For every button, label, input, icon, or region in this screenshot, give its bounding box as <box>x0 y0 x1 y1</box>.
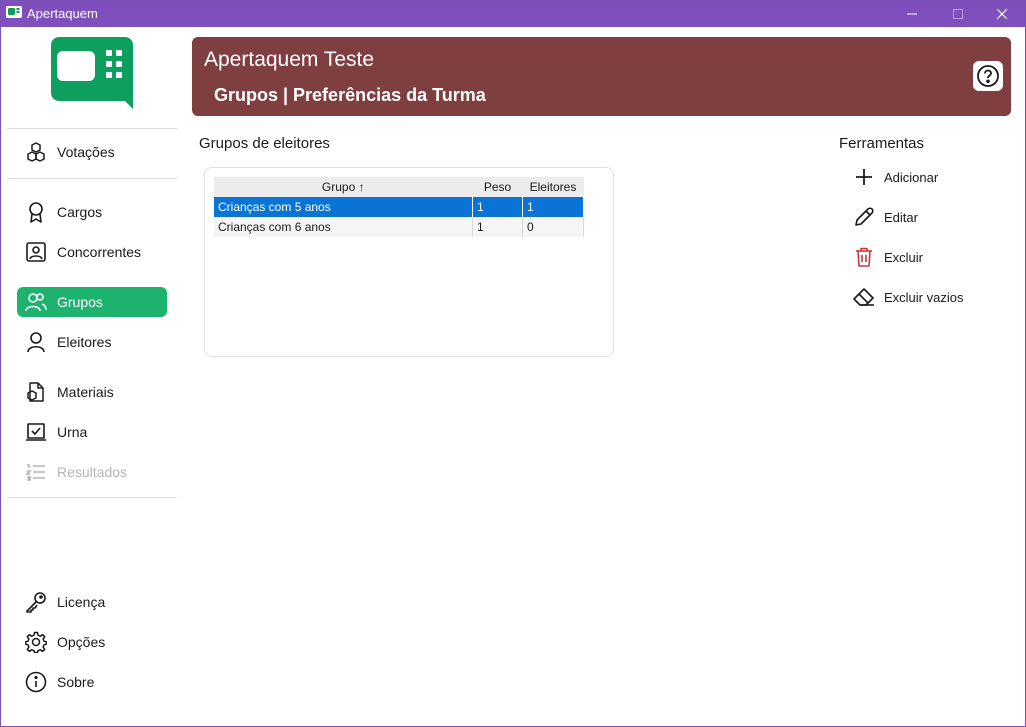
cell-grupo: Crianças com 5 anos <box>214 197 474 217</box>
add-button[interactable]: Adicionar <box>851 163 1011 191</box>
sidebar-item-concorrentes[interactable]: Concorrentes <box>17 237 167 267</box>
minimize-button[interactable] <box>889 1 935 27</box>
sidebar-item-eleitores[interactable]: Eleitores <box>17 327 167 357</box>
app-name: Apertaquem Teste <box>204 48 375 71</box>
sidebar-item-label: Eleitores <box>57 334 112 350</box>
sidebar-item-licenca[interactable]: Licença <box>17 587 167 617</box>
table-row[interactable]: Crianças com 5 anos 1 1 <box>214 197 585 217</box>
cell-peso: 1 <box>472 197 523 217</box>
people-icon <box>25 291 47 313</box>
sidebar-item-label: Materiais <box>57 384 114 400</box>
sidebar-item-label: Licença <box>57 594 106 610</box>
cubes-icon <box>25 141 47 163</box>
column-header-grupo[interactable]: Grupo ↑ <box>214 177 473 197</box>
sidebar-item-label: Opções <box>57 634 106 650</box>
groups-table-card: Grupo ↑ Peso Eleitores Crianças com 5 an… <box>204 167 614 357</box>
add-button-label: Adicionar <box>884 169 939 185</box>
table-row[interactable]: Crianças com 6 anos 1 0 <box>214 217 585 237</box>
edit-button-label: Editar <box>884 209 918 225</box>
plus-icon <box>851 164 877 190</box>
groups-table: Grupo ↑ Peso Eleitores Crianças com 5 an… <box>214 177 585 237</box>
ballot-check-icon <box>25 421 47 443</box>
close-icon <box>996 8 1008 20</box>
minimize-icon <box>907 13 917 15</box>
contact-card-icon <box>25 241 47 263</box>
close-button[interactable] <box>979 1 1025 27</box>
app-icon <box>6 6 22 18</box>
table-header-row: Grupo ↑ Peso Eleitores <box>214 177 584 197</box>
edit-button[interactable]: Editar <box>851 203 1011 231</box>
maximize-icon <box>953 9 963 19</box>
sidebar-item-resultados: Resultados <box>17 457 167 487</box>
help-icon <box>977 65 999 87</box>
section-title: Grupos de eleitores <box>199 135 330 152</box>
gear-icon <box>25 631 47 653</box>
page-title: Grupos | Preferências da Turma <box>214 85 486 105</box>
delete-empty-button-label: Excluir vazios <box>884 289 964 305</box>
sidebar-divider <box>7 497 177 498</box>
cell-eleitores: 1 <box>522 197 585 217</box>
sidebar-item-sobre[interactable]: Sobre <box>17 667 167 697</box>
sidebar-item-votacoes[interactable]: Votações <box>17 137 167 167</box>
sidebar-divider <box>7 178 177 179</box>
sidebar-item-label: Resultados <box>57 464 128 480</box>
key-icon <box>25 591 47 613</box>
delete-empty-button[interactable]: Excluir vazios <box>851 283 1011 311</box>
document-box-icon <box>25 381 47 403</box>
sidebar-item-opcoes[interactable]: Opções <box>17 627 167 657</box>
pencil-icon <box>851 204 877 230</box>
trash-icon <box>851 244 877 270</box>
column-header-peso[interactable]: Peso <box>472 177 523 197</box>
sidebar-item-urna[interactable]: Urna <box>17 417 167 447</box>
sidebar-item-label: Cargos <box>57 204 103 220</box>
list-icon <box>25 461 47 483</box>
app-window: Apertaquem Votações Cargos Concorrentes … <box>0 0 1026 727</box>
cell-peso: 1 <box>472 217 523 237</box>
award-icon <box>25 201 47 223</box>
delete-button-label: Excluir <box>884 249 924 265</box>
cell-grupo: Crianças com 6 anos <box>214 217 474 237</box>
page-header: Apertaquem Teste Grupos | Preferências d… <box>192 37 1011 116</box>
column-header-eleitores[interactable]: Eleitores <box>522 177 584 197</box>
sidebar-item-label: Urna <box>57 424 88 440</box>
info-icon <box>25 671 47 693</box>
sidebar-item-grupos[interactable]: Grupos <box>17 287 167 317</box>
sidebar-divider <box>7 128 177 129</box>
title-bar[interactable]: Apertaquem <box>1 1 1025 27</box>
tools-title: Ferramentas <box>839 135 925 152</box>
maximize-button[interactable] <box>935 1 981 27</box>
cell-eleitores: 0 <box>522 217 585 237</box>
sidebar-item-cargos[interactable]: Cargos <box>17 197 167 227</box>
sidebar-item-label: Votações <box>57 144 115 160</box>
sidebar-item-materiais[interactable]: Materiais <box>17 377 167 407</box>
sidebar-item-label: Sobre <box>57 674 95 690</box>
help-button[interactable] <box>973 61 1003 91</box>
delete-button[interactable]: Excluir <box>851 243 1011 271</box>
app-logo <box>51 37 133 109</box>
sidebar-item-label: Concorrentes <box>57 244 142 260</box>
window-title: Apertaquem <box>27 6 98 21</box>
person-icon <box>25 331 47 353</box>
eraser-icon <box>851 284 877 310</box>
sidebar-item-label: Grupos <box>57 294 103 310</box>
